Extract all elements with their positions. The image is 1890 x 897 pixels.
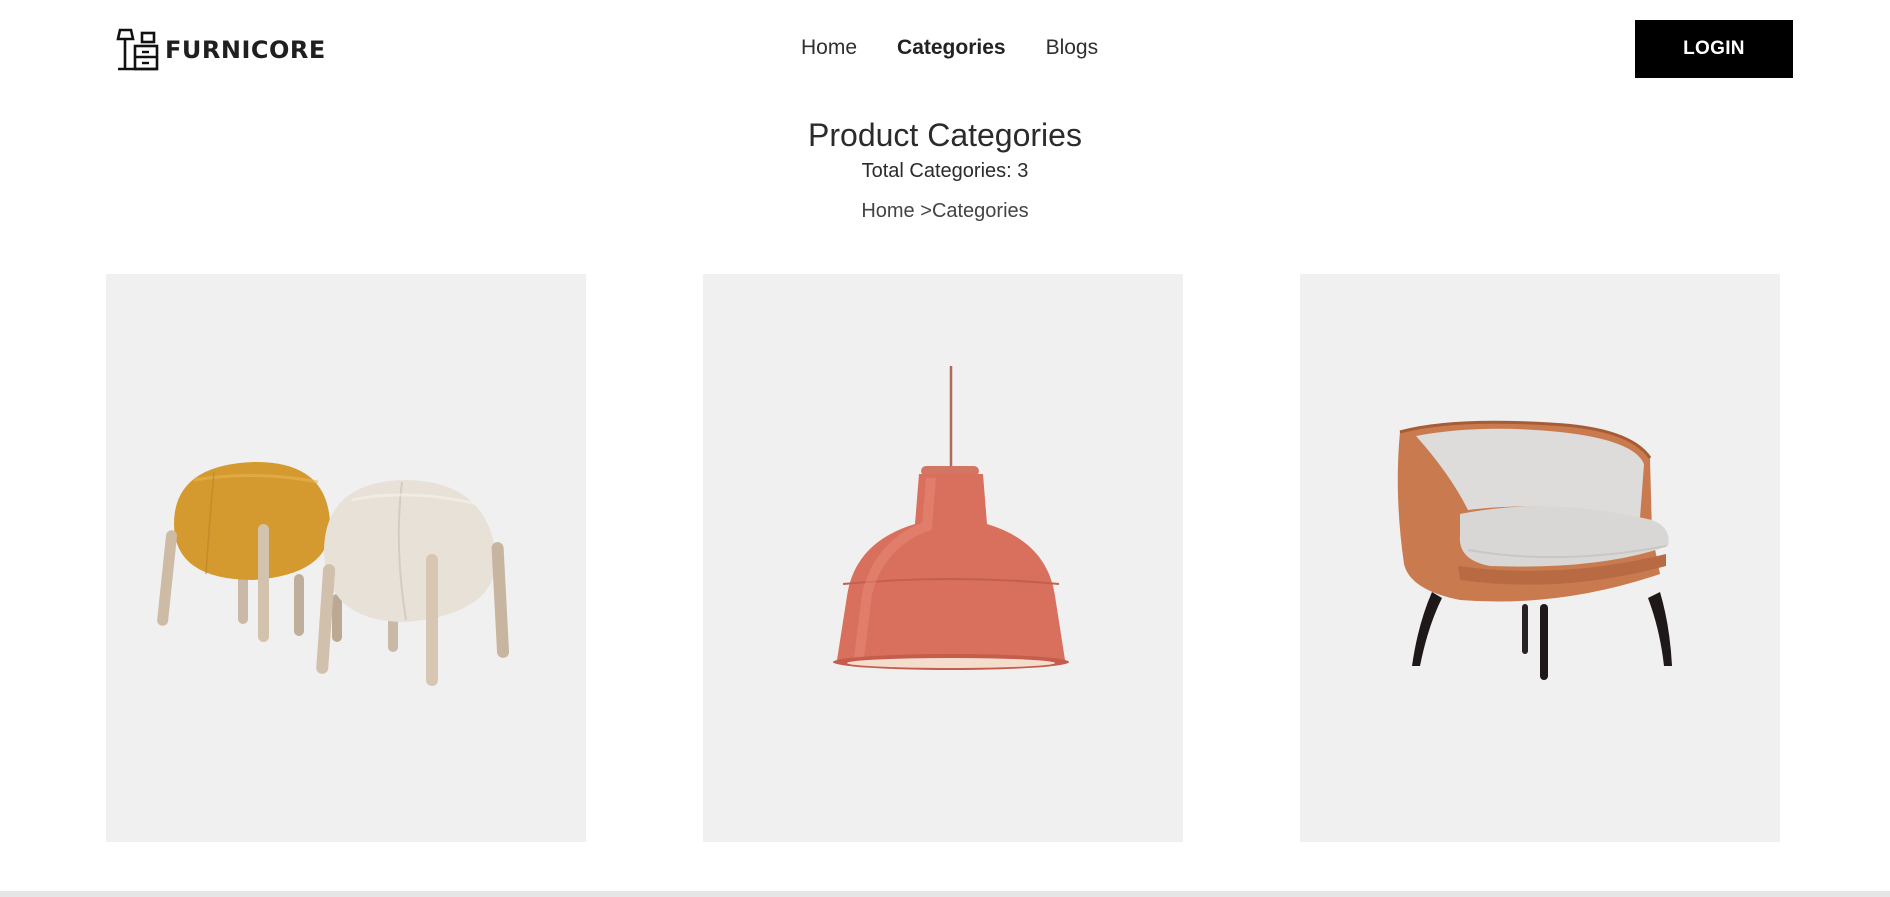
nav-home[interactable]: Home bbox=[801, 36, 857, 60]
login-button[interactable]: LOGIN bbox=[1635, 20, 1793, 78]
site-header: FURNICORE Home Categories Blogs LOGIN bbox=[0, 0, 1890, 100]
breadcrumb-separator: > bbox=[914, 200, 932, 222]
brand-name: FURNICORE bbox=[165, 36, 326, 64]
breadcrumb-home[interactable]: Home bbox=[861, 200, 914, 222]
breadcrumb-current: Categories bbox=[931, 200, 1029, 222]
poufs-image bbox=[157, 462, 510, 686]
category-card-2[interactable] bbox=[703, 274, 1183, 842]
nav-blogs[interactable]: Blogs bbox=[1046, 36, 1099, 60]
category-card-3[interactable] bbox=[1300, 274, 1780, 842]
main-nav: Home Categories Blogs bbox=[801, 36, 1098, 60]
page-title: Product Categories bbox=[808, 117, 1082, 153]
page-heading: Product Categories Total Categories: 3 H… bbox=[0, 113, 1890, 225]
total-categories: Total Categories: 3 bbox=[861, 160, 1029, 182]
pendant-lamp-image bbox=[833, 366, 1069, 670]
nav-categories[interactable]: Categories bbox=[897, 36, 1006, 60]
armchair-image bbox=[1397, 420, 1672, 680]
category-card-1[interactable] bbox=[106, 274, 586, 842]
lamp-cabinet-icon bbox=[116, 28, 159, 71]
brand-logo[interactable]: FURNICORE bbox=[115, 27, 326, 73]
breadcrumb: Home >Categories bbox=[0, 197, 1890, 225]
footer-strip bbox=[0, 891, 1890, 897]
